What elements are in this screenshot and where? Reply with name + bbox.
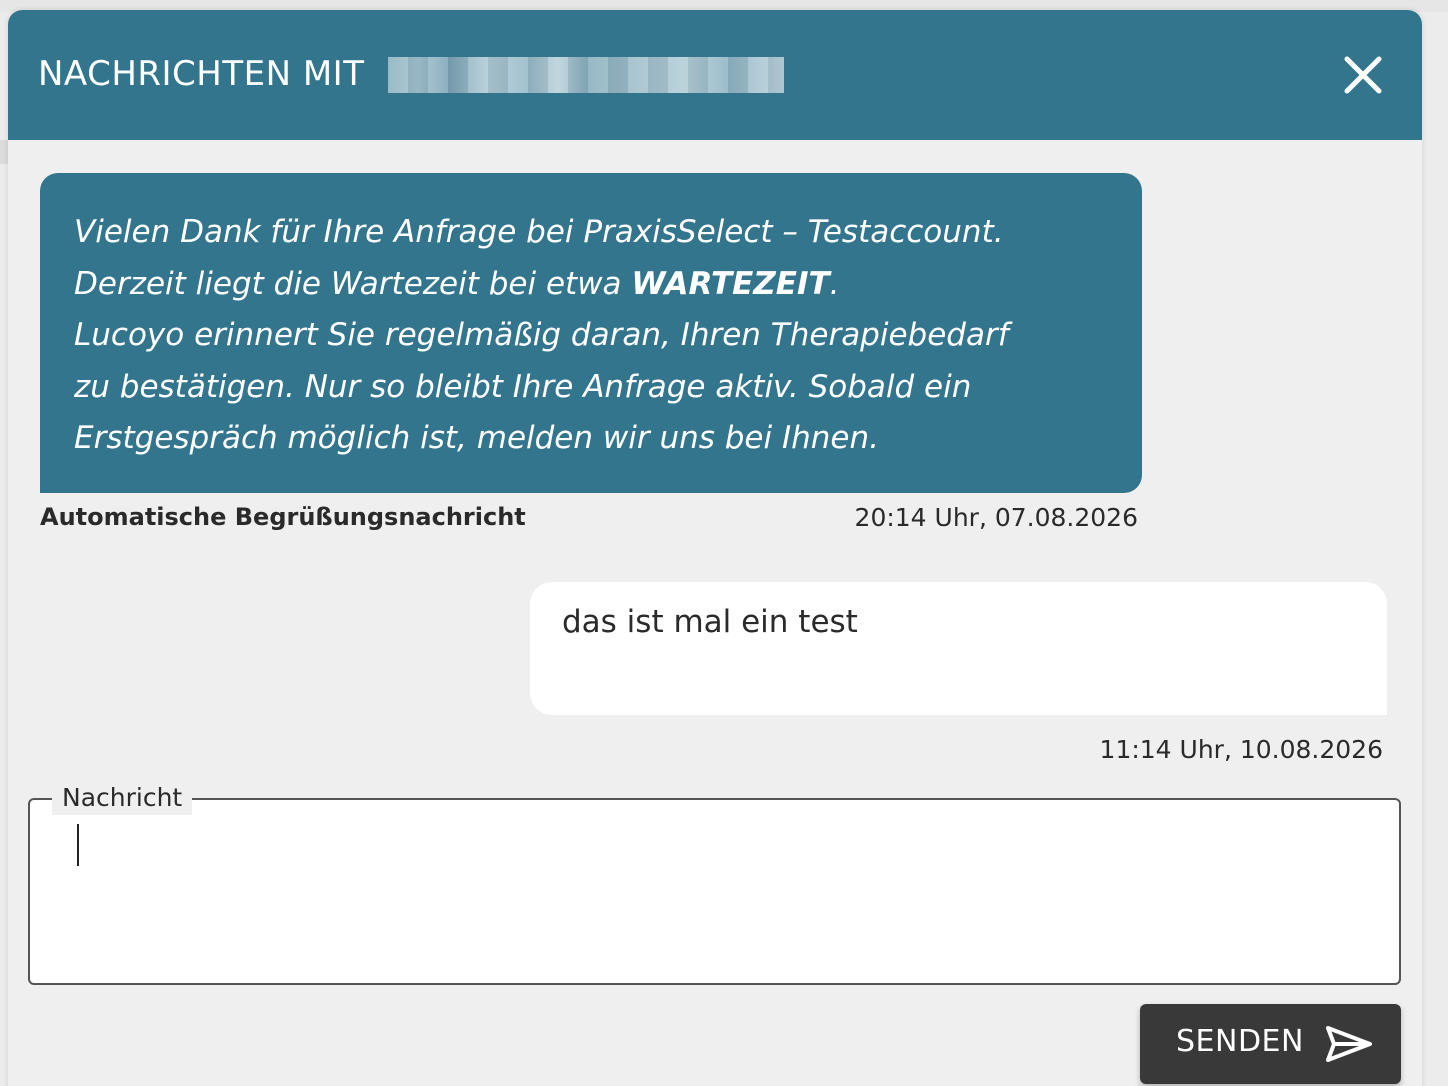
dialog-title: NACHRICHTEN MIT [38, 54, 365, 94]
message-line: Erstgespräch möglich ist, melden wir uns… [74, 420, 879, 456]
messages-dialog: NACHRICHTEN MIT Vielen Dank für Ihre Anf… [8, 10, 1422, 1086]
message-line-punctuation: . [829, 265, 840, 302]
redacted-recipient-name [388, 57, 784, 93]
waiting-time-placeholder: WARTEZEIT [631, 265, 830, 302]
message-field[interactable]: Nachricht [28, 781, 1401, 985]
send-button-label: SENDEN [1176, 1024, 1304, 1059]
message-timestamp: 11:14 Uhr, 10.08.2026 [1099, 735, 1383, 764]
message-line: zu bestätigen. Nur so bleibt Ihre Anfrag… [74, 368, 972, 405]
message-line: Lucoyo erinnert Sie regelmäßig daran, Ih… [74, 317, 1009, 353]
text-cursor [77, 824, 79, 866]
send-icon [1326, 1026, 1372, 1062]
close-icon [1344, 56, 1382, 94]
incoming-message-bubble: Vielen Dank für Ihre Anfrage bei PraxisS… [40, 173, 1142, 493]
dialog-header: NACHRICHTEN MIT [8, 10, 1422, 140]
message-line: Vielen Dank für Ihre Anfrage bei PraxisS… [74, 214, 1004, 250]
message-sender: Automatische Begrüßungsnachricht [40, 503, 526, 531]
message-input[interactable] [60, 816, 1360, 966]
close-button[interactable] [1338, 50, 1388, 100]
outgoing-message-bubble: das ist mal ein test [530, 582, 1387, 715]
message-text: das ist mal ein test [562, 604, 858, 640]
message-field-label: Nachricht [52, 781, 193, 815]
background-left [0, 140, 8, 164]
send-button[interactable]: SENDEN [1140, 1004, 1401, 1084]
message-line: Derzeit liegt die Wartezeit bei etwa WAR… [74, 259, 1108, 311]
message-line-text: Derzeit liegt die Wartezeit bei etwa [74, 265, 632, 302]
message-timestamp: 20:14 Uhr, 07.08.2026 [854, 503, 1138, 532]
